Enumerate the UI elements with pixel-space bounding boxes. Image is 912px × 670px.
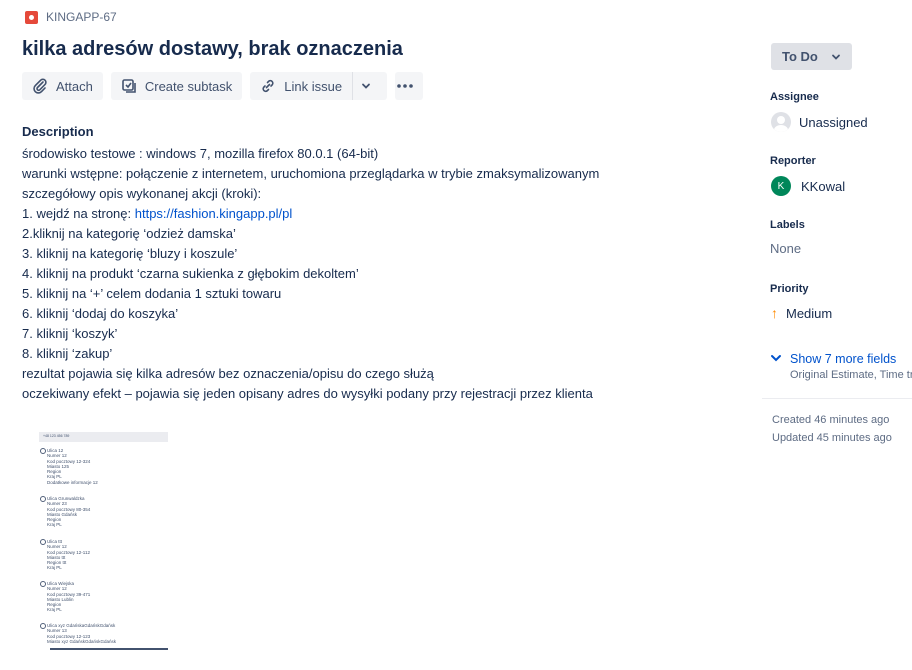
- link-icon: [262, 79, 274, 93]
- thumbnail-header-bar: +48 123 456 789: [39, 432, 168, 442]
- description-step: 4. kliknij na produkt ‘czarna sukienka z…: [22, 266, 359, 281]
- bug-icon: [25, 10, 38, 24]
- link-issue-dropdown[interactable]: [352, 72, 388, 100]
- status-button[interactable]: To Do: [771, 43, 852, 70]
- address-entry: Ulica Grunwaldzka Numer 23 Kod pocztowy 80…: [40, 496, 90, 528]
- description-line: warunki wstępne: połączenie z internetem…: [22, 166, 600, 181]
- description-body[interactable]: środowisko testowe : windows 7, mozilla …: [22, 144, 722, 404]
- description-line: środowisko testowe : windows 7, mozilla …: [22, 146, 379, 161]
- issue-key[interactable]: KINGAPP-67: [46, 10, 117, 24]
- link-issue-split: Link issue: [250, 72, 388, 100]
- link-issue-label: Link issue: [284, 78, 343, 94]
- description-step: 6. kliknij ‘dodaj do koszyka’: [22, 306, 179, 321]
- status-label: To Do: [782, 49, 818, 64]
- description-step: 3. kliknij na kategorię ‘bluzy i koszule…: [22, 246, 238, 261]
- updated-timestamp: Updated 45 minutes ago: [772, 432, 892, 444]
- more-fields-summary: Original Estimate, Time tr: [790, 369, 912, 381]
- description-step: 1. wejdź na stronę: https://fashion.king…: [22, 204, 722, 224]
- address-entry: Ulica xyz GdańskaGdańskGdańsk Numer 13 Kod…: [40, 623, 116, 644]
- priority-value: Medium: [786, 305, 833, 321]
- step-text: 1. wejdź na stronę:: [22, 206, 135, 221]
- address-line: Dodatkowe informacje 12: [47, 479, 98, 485]
- subtask-icon: [122, 79, 136, 93]
- address-entry: Ulica 12 Numer 12 Kod pocztowy 12-324 Miast…: [40, 448, 98, 485]
- assignee-field[interactable]: Unassigned: [771, 112, 868, 132]
- thumbnail-divider: [50, 648, 168, 650]
- fashion-link[interactable]: https://fashion.kingapp.pl/pl: [135, 206, 293, 221]
- address-line: Kraj PL: [47, 565, 62, 571]
- create-subtask-button[interactable]: Create subtask: [110, 72, 243, 100]
- chevron-down-icon: [831, 54, 840, 60]
- link-issue-button[interactable]: Link issue: [250, 72, 353, 100]
- description-expected: oczekiwany efekt – pojawia się jeden opi…: [22, 386, 593, 401]
- attachment-thumbnail[interactable]: +48 123 456 789 Ulica 12 Numer 12 Kod pocz…: [30, 426, 170, 654]
- priority-label: Priority: [770, 283, 809, 295]
- address-line: Miasto xyz GdańskGdańskGdańsk: [47, 638, 117, 644]
- description-heading: Description: [22, 124, 94, 139]
- issue-summary[interactable]: kilka adresów dostawy, brak oznaczenia: [22, 38, 403, 61]
- address-line: Kraj PL: [47, 522, 62, 528]
- create-subtask-label: Create subtask: [144, 78, 233, 94]
- description-step: 2.kliknij na kategorię ‘odzież damska’: [22, 226, 236, 241]
- reporter-value: KKowal: [801, 178, 846, 194]
- issue-toolbar: Attach Create subtask Link issue: [22, 72, 424, 100]
- address-entry: Ulica Wiejska Numer 12 Kod pocztowy 39-471…: [40, 581, 90, 613]
- description-step: 8. kliknij ‘zakup’: [22, 346, 113, 361]
- assignee-label: Assignee: [770, 91, 819, 103]
- assignee-value: Unassigned: [799, 114, 868, 130]
- chevron-down-icon: [771, 355, 781, 362]
- attach-label: Attach: [56, 78, 93, 94]
- address-line: Kraj PL: [47, 607, 62, 613]
- arrow-up-icon: ↑: [771, 305, 778, 321]
- attach-button[interactable]: Attach: [22, 72, 103, 100]
- show-more-fields-label: Show 7 more fields: [790, 352, 897, 366]
- unassigned-avatar-icon: [771, 112, 791, 132]
- paperclip-icon: [33, 78, 47, 94]
- more-dots-icon: [397, 84, 413, 88]
- description-result: rezultat pojawia się kilka adresów bez o…: [22, 366, 434, 381]
- labels-value[interactable]: None: [770, 241, 801, 256]
- description-step: 5. kliknij na ‘+’ celem dodania 1 sztuki…: [22, 286, 282, 301]
- more-actions-button[interactable]: [395, 72, 424, 100]
- address-entry: Ulica ttt Numer 12 Kod pocztowy 12-112 Mias…: [40, 539, 90, 571]
- radio-circle-icon: [40, 496, 46, 502]
- radio-circle-icon: [40, 581, 46, 587]
- description-step: 7. kliknij ‘koszyk’: [22, 326, 118, 341]
- radio-circle-icon: [40, 623, 46, 629]
- reporter-label: Reporter: [770, 155, 816, 167]
- created-timestamp: Created 46 minutes ago: [772, 414, 890, 426]
- reporter-field[interactable]: K KKowal: [771, 176, 845, 196]
- radio-circle-icon: [40, 539, 46, 545]
- chevron-down-icon: [362, 83, 371, 89]
- avatar: K: [771, 176, 791, 196]
- issue-key-row: KINGAPP-67: [25, 10, 117, 24]
- labels-label: Labels: [770, 219, 805, 231]
- description-line: szczegółowy opis wykonanej akcji (kroki)…: [22, 186, 262, 201]
- radio-circle-icon: [40, 448, 46, 454]
- priority-field[interactable]: ↑ Medium: [771, 305, 832, 321]
- show-more-fields[interactable]: Show 7 more fields Original Estimate, Ti…: [770, 352, 912, 381]
- sidebar-divider: [762, 398, 912, 399]
- thumbnail-header-text: +48 123 456 789: [43, 434, 70, 438]
